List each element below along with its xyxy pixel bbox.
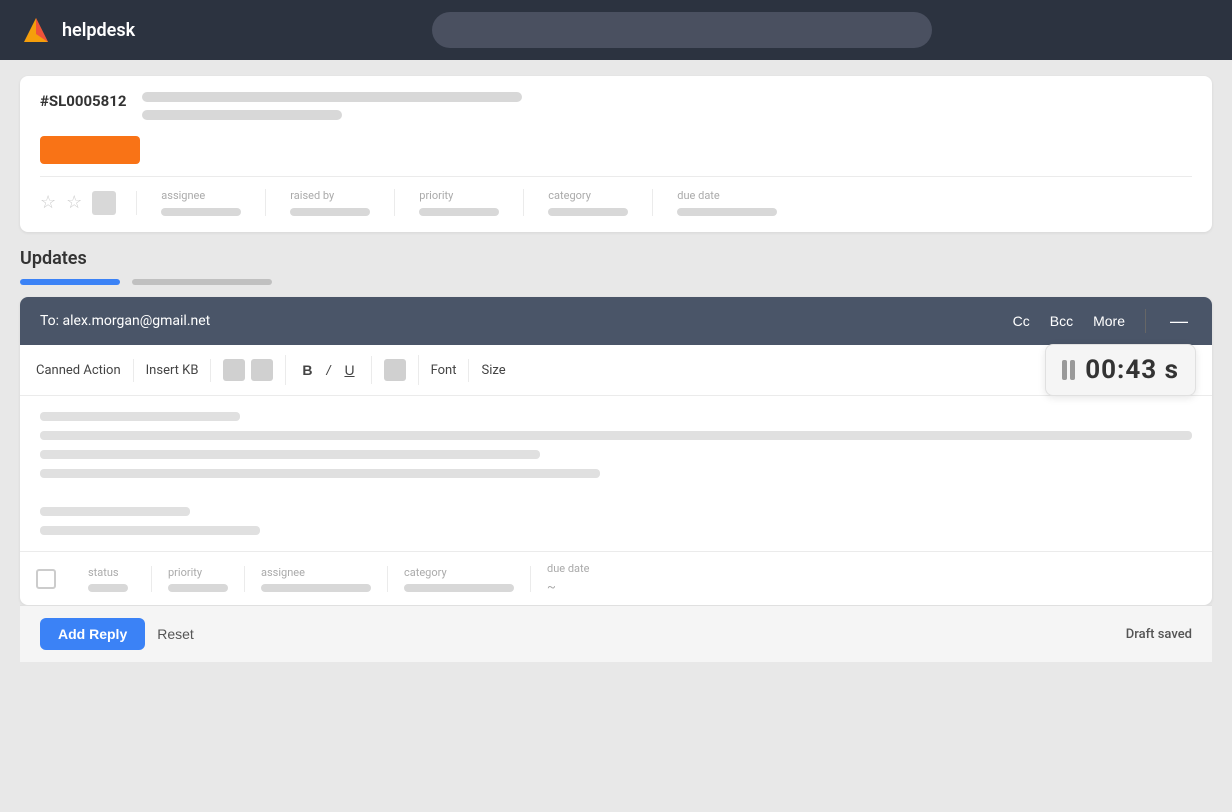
reply-area: To: alex.morgan@gmail.net Cc Bcc More — … xyxy=(20,297,1212,605)
star-empty-icon[interactable]: ☆ xyxy=(40,192,56,213)
footer-left: Add Reply Reset xyxy=(40,618,194,650)
action-square-btn[interactable] xyxy=(92,191,116,215)
bottom-due-date-tilde: ~ xyxy=(547,580,595,595)
updates-title: Updates xyxy=(20,248,1212,269)
editor-line-1 xyxy=(40,412,240,421)
bottom-category-value xyxy=(404,584,514,592)
meta-due-date-value xyxy=(677,208,777,216)
editor-line-2 xyxy=(40,431,1192,440)
editor-area[interactable] xyxy=(20,396,1212,551)
ticket-action-icons: ☆ ☆ xyxy=(40,191,137,215)
meta-due-date-label: due date xyxy=(677,189,777,202)
cc-button[interactable]: Cc xyxy=(1013,313,1030,329)
main-content: #SL0005812 ☆ ☆ assignee raised by xyxy=(0,60,1232,678)
italic-button[interactable]: / xyxy=(323,360,335,380)
ticket-title xyxy=(142,92,1192,120)
bottom-priority-value xyxy=(168,584,228,592)
ticket-tag-row xyxy=(40,132,1192,164)
ticket-status-tag xyxy=(40,136,140,164)
size-button[interactable]: Size xyxy=(469,359,517,382)
meta-raised-value xyxy=(290,208,370,216)
bcc-button[interactable]: Bcc xyxy=(1050,313,1073,329)
bottom-due-date: due date ~ xyxy=(531,562,611,595)
bottom-due-date-label: due date xyxy=(547,562,595,575)
editor-line-6 xyxy=(40,526,260,535)
header-divider xyxy=(1145,309,1146,333)
navbar: helpdesk xyxy=(0,0,1232,60)
meta-assignee-label: assignee xyxy=(161,189,241,202)
pause-bar-2 xyxy=(1070,360,1075,380)
tab-updates-active[interactable] xyxy=(20,279,120,285)
color-btn-1[interactable] xyxy=(223,359,245,381)
tab-updates-inactive[interactable] xyxy=(132,279,272,285)
more-button[interactable]: More xyxy=(1093,313,1125,329)
meta-priority-value xyxy=(419,208,499,216)
editor-line-3 xyxy=(40,450,540,459)
helpdesk-logo-icon xyxy=(20,14,52,46)
search-input[interactable] xyxy=(432,12,932,48)
email-header-actions: Cc Bcc More — xyxy=(1013,309,1192,333)
updates-section: Updates xyxy=(20,248,1212,285)
color-buttons xyxy=(211,355,286,385)
meta-assignee-value xyxy=(161,208,241,216)
bottom-status-label: status xyxy=(88,566,135,579)
logo: helpdesk xyxy=(20,14,135,46)
editor-line-4 xyxy=(40,469,600,478)
app-title: helpdesk xyxy=(62,20,135,41)
underline-button[interactable]: U xyxy=(340,360,358,380)
star-filled-icon[interactable]: ☆ xyxy=(66,192,82,213)
editor-line-5 xyxy=(40,507,190,516)
toolbar: Canned Action Insert KB B / U Font Size xyxy=(20,345,1212,396)
minimize-button[interactable]: — xyxy=(1166,311,1192,332)
color-btn-2[interactable] xyxy=(251,359,273,381)
insert-kb-button[interactable]: Insert KB xyxy=(134,359,212,382)
ticket-id: #SL0005812 xyxy=(40,92,126,110)
format-buttons: B / U xyxy=(286,356,371,384)
search-bar[interactable] xyxy=(432,12,932,48)
bottom-status-value xyxy=(88,584,128,592)
meta-assignee: assignee xyxy=(137,189,266,216)
meta-raised-label: raised by xyxy=(290,189,370,202)
meta-category-value xyxy=(548,208,628,216)
bottom-category: category xyxy=(388,566,531,592)
bottom-status: status xyxy=(72,566,152,592)
updates-tabs xyxy=(20,279,1212,285)
meta-category: category xyxy=(524,189,653,216)
timer-display: 00:43 s xyxy=(1085,355,1179,385)
title-line-1 xyxy=(142,92,522,102)
bottom-priority: priority xyxy=(152,566,245,592)
bold-button[interactable]: B xyxy=(298,360,316,380)
pause-bar-1 xyxy=(1062,360,1067,380)
email-header: To: alex.morgan@gmail.net Cc Bcc More — xyxy=(20,297,1212,345)
bottom-assignee-label: assignee xyxy=(261,566,371,579)
bottom-category-label: category xyxy=(404,566,514,579)
ticket-header: #SL0005812 xyxy=(40,92,1192,120)
bottom-assignee-value xyxy=(261,584,371,592)
bottom-assignee: assignee xyxy=(245,566,388,592)
ticket-card: #SL0005812 ☆ ☆ assignee raised by xyxy=(20,76,1212,232)
extra-color xyxy=(372,355,419,385)
meta-category-label: category xyxy=(548,189,628,202)
font-button[interactable]: Font xyxy=(419,359,470,382)
bottom-priority-label: priority xyxy=(168,566,228,579)
meta-due-date: due date xyxy=(653,189,801,216)
timer-pause-icon[interactable] xyxy=(1062,360,1075,380)
reset-button[interactable]: Reset xyxy=(157,626,194,642)
add-reply-button[interactable]: Add Reply xyxy=(40,618,145,650)
canned-action-button[interactable]: Canned Action xyxy=(36,359,134,382)
color-btn-3[interactable] xyxy=(384,359,406,381)
meta-priority-label: priority xyxy=(419,189,499,202)
email-to: To: alex.morgan@gmail.net xyxy=(40,313,210,329)
bottom-meta-bar: status priority assignee category due da… xyxy=(20,551,1212,605)
timer-widget: 00:43 s xyxy=(1045,344,1196,396)
ticket-meta: ☆ ☆ assignee raised by priority category xyxy=(40,176,1192,216)
title-line-2 xyxy=(142,110,342,120)
meta-priority: priority xyxy=(395,189,524,216)
draft-saved-status: Draft saved xyxy=(1126,627,1192,642)
meta-raised-by: raised by xyxy=(266,189,395,216)
meta-checkbox[interactable] xyxy=(36,569,56,589)
footer-actions: Add Reply Reset Draft saved xyxy=(20,605,1212,662)
